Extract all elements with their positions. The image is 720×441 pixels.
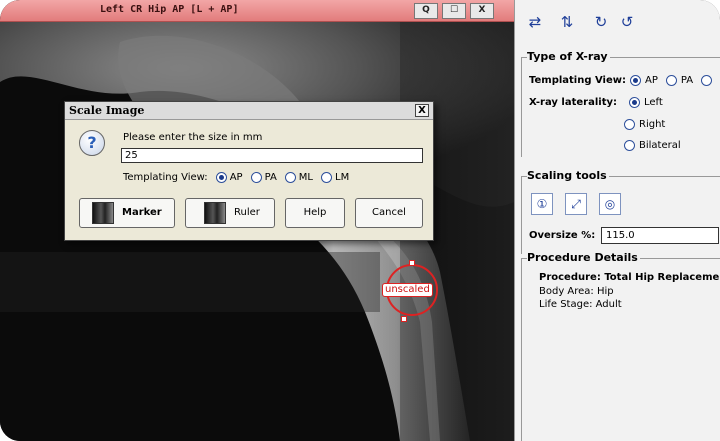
- radio-left[interactable]: [629, 97, 640, 108]
- help-button[interactable]: Help: [285, 198, 345, 228]
- panel-templating-label: Templating View:: [529, 75, 627, 86]
- cancel-button[interactable]: Cancel: [355, 198, 423, 228]
- rotate-cw-icon[interactable]: ↻: [589, 11, 613, 35]
- maximize-icon: ☐: [449, 5, 459, 15]
- radio-dialog-ml[interactable]: [284, 172, 296, 183]
- radio-dialog-lm-label: LM: [335, 172, 350, 183]
- flip-vertical-icon[interactable]: ⇅: [555, 11, 579, 35]
- procedure-name: Procedure: Total Hip Replacement: [539, 272, 720, 283]
- panel-templating-row: Templating View: AP PA: [529, 75, 716, 86]
- radio-dialog-ap[interactable]: [215, 172, 227, 183]
- viewer-zoom-button[interactable]: Q: [414, 3, 438, 19]
- marker-thumbnail-icon: [92, 202, 114, 224]
- radio-dialog-pa-label: PA: [264, 172, 277, 183]
- body-area: Body Area: Hip: [539, 286, 614, 297]
- viewer-title: Left CR Hip AP [L + AP]: [100, 4, 239, 15]
- viewer-close-button[interactable]: X: [470, 3, 494, 19]
- scaling-tools-title: Scaling tools: [527, 169, 609, 182]
- xray-type-group-edge: [521, 57, 522, 157]
- radio-panel-pa-label: PA: [680, 75, 694, 86]
- life-stage-text: Life Stage: Adult: [539, 299, 622, 310]
- marker-handle-bottom[interactable]: [401, 316, 407, 322]
- right-panel: ⇄ ⇅ ↻ ↺ Type of X-ray Templating View: A…: [514, 0, 720, 441]
- body-area-text: Body Area: Hip: [539, 286, 614, 297]
- size-prompt: Please enter the size in mm: [123, 132, 263, 143]
- radio-panel-ap-label: AP: [645, 75, 658, 86]
- laterality-row: X-ray laterality: Left: [529, 97, 663, 108]
- radio-right-label: Right: [639, 119, 666, 130]
- flip-horizontal-icon[interactable]: ⇄: [523, 11, 547, 35]
- radio-dialog-pa[interactable]: [250, 172, 262, 183]
- radio-dialog-ap-label: AP: [229, 172, 243, 183]
- ruler-scale-icon[interactable]: ⤢: [565, 193, 587, 215]
- laterality-bilateral-row: Bilateral: [622, 140, 681, 151]
- procedure-name-text: Procedure: Total Hip Replacement: [539, 272, 720, 283]
- laterality-label: X-ray laterality:: [529, 97, 617, 108]
- radio-right[interactable]: [624, 119, 635, 130]
- application-frame: Left CR Hip AP [L + AP] Q ☐ X unscaled S…: [0, 0, 720, 441]
- scaling-group-edge: [521, 176, 522, 254]
- dialog-titlebar: Scale Image X: [65, 102, 433, 120]
- viewer-maximize-button[interactable]: ☐: [442, 3, 466, 19]
- scale-image-dialog: Scale Image X ? Please enter the size in…: [64, 101, 434, 241]
- unscaled-label: unscaled: [382, 283, 433, 297]
- marker-scale-icon[interactable]: ①: [531, 193, 553, 215]
- ruler-thumbnail-icon: [204, 202, 226, 224]
- radio-bilateral-label: Bilateral: [639, 140, 681, 151]
- viewer-titlebar: Left CR Hip AP [L + AP] Q ☐ X: [0, 0, 514, 22]
- dialog-close-button[interactable]: X: [415, 104, 429, 117]
- oversize-label: Oversize %:: [529, 230, 596, 241]
- oversize-input[interactable]: 115.0: [601, 227, 719, 244]
- question-icon: ?: [79, 130, 105, 156]
- marker-handle-top[interactable]: [409, 260, 415, 266]
- laterality-right-row: Right: [622, 119, 665, 130]
- rotate-ccw-icon[interactable]: ↺: [615, 11, 639, 35]
- xray-type-title: Type of X-ray: [527, 50, 610, 63]
- radio-bilateral[interactable]: [624, 140, 635, 151]
- radio-left-label: Left: [644, 97, 663, 108]
- marker-button[interactable]: Marker: [79, 198, 175, 228]
- ruler-button-label: Ruler: [234, 207, 260, 218]
- dialog-title: Scale Image: [69, 104, 145, 117]
- life-stage: Life Stage: Adult: [539, 299, 622, 310]
- oversize-row: Oversize %:: [529, 230, 595, 241]
- ruler-button[interactable]: Ruler: [185, 198, 275, 228]
- radio-panel-pa[interactable]: [665, 75, 677, 86]
- auto-scale-icon[interactable]: ◎: [599, 193, 621, 215]
- radio-panel-more[interactable]: [701, 75, 713, 86]
- procedure-title: Procedure Details: [527, 251, 640, 264]
- radio-panel-ap[interactable]: [630, 75, 642, 86]
- radio-dialog-ml-label: ML: [298, 172, 313, 183]
- marker-button-label: Marker: [122, 207, 162, 218]
- dialog-templating-label: Templating View:: [123, 172, 208, 183]
- size-mm-input[interactable]: 25: [121, 148, 423, 163]
- dialog-templating-view: Templating View: AP PA ML LM: [123, 172, 349, 183]
- radio-dialog-lm[interactable]: [321, 172, 332, 183]
- procedure-group-edge: [521, 258, 522, 441]
